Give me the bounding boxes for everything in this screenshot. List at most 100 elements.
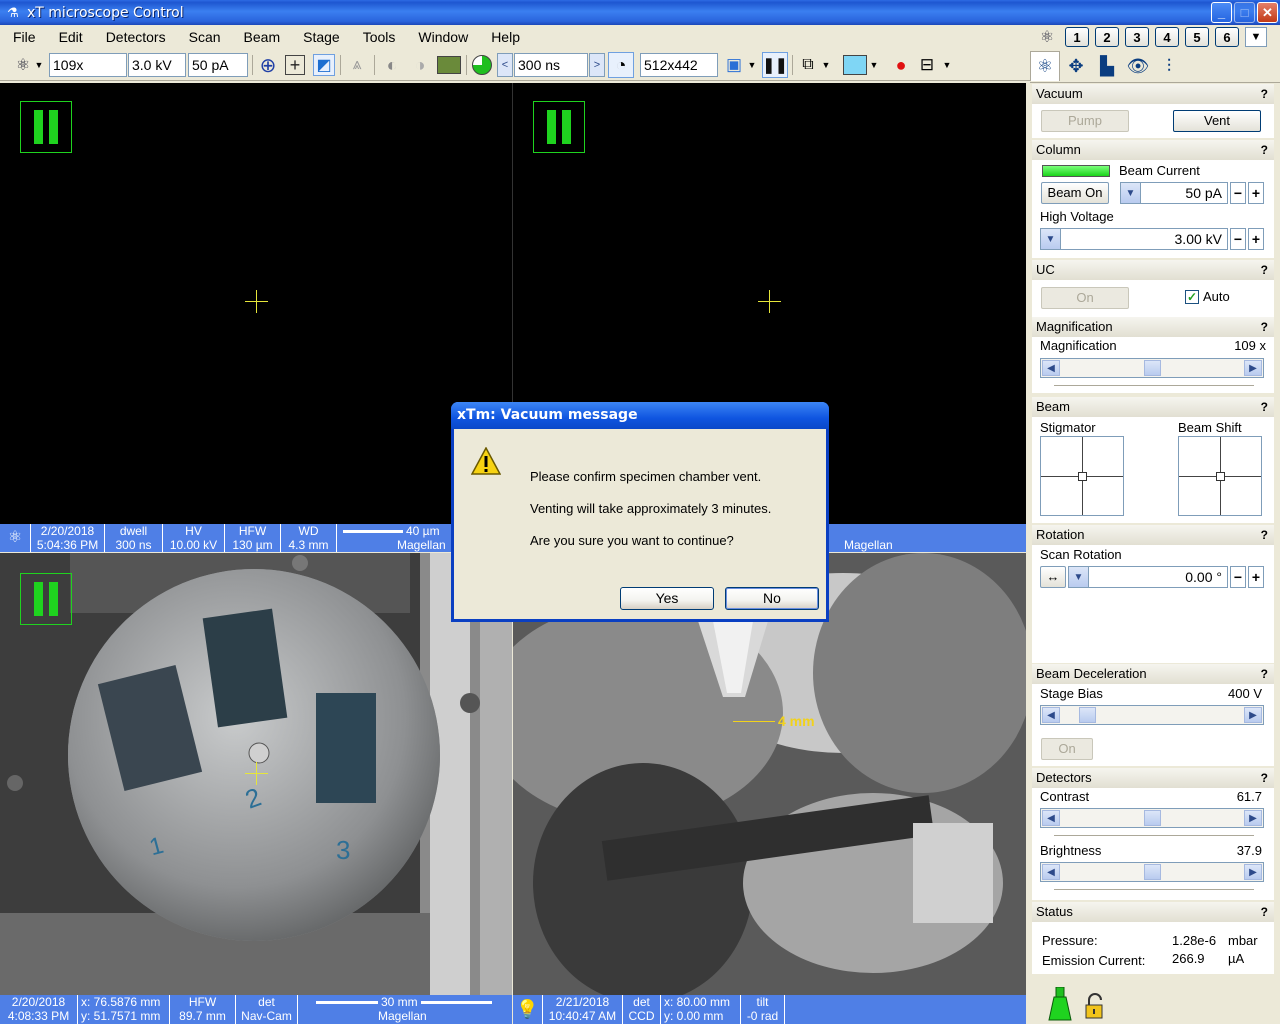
beam-decel-on-button[interactable]: On: [1041, 738, 1093, 760]
menu-detectors[interactable]: Detectors: [93, 29, 176, 45]
contrast-icon[interactable]: ◐: [381, 54, 403, 76]
quad-button-6[interactable]: 6: [1215, 27, 1239, 47]
scan-speed-icon[interactable]: [472, 55, 492, 75]
chevron-down-icon[interactable]: ▼: [1041, 229, 1061, 249]
menu-beam[interactable]: Beam: [231, 29, 291, 45]
chevron-left-icon[interactable]: ◀: [1042, 864, 1060, 880]
menu-help[interactable]: Help: [478, 29, 530, 45]
beam-atom-icon[interactable]: ⚛: [12, 54, 34, 76]
maximize-button[interactable]: □: [1234, 2, 1255, 23]
uc-auto-checkbox[interactable]: ✓: [1185, 290, 1199, 304]
help-icon[interactable]: ?: [1261, 317, 1268, 337]
chevron-right-icon[interactable]: ▶: [1244, 864, 1262, 880]
unlock-icon[interactable]: [1084, 993, 1106, 1019]
stage-bias-slider[interactable]: ◀ ▶: [1040, 705, 1264, 725]
high-voltage-decrease[interactable]: −: [1230, 228, 1246, 250]
scan-rotation-decrease[interactable]: −: [1230, 566, 1246, 588]
quad-button-1[interactable]: 1: [1065, 27, 1089, 47]
uc-on-button[interactable]: On: [1041, 287, 1129, 309]
menu-stage[interactable]: Stage: [290, 29, 350, 45]
atom-icon[interactable]: ⚛: [1035, 27, 1059, 47]
chevron-left-icon[interactable]: ◀: [1042, 360, 1060, 376]
stigmator-pad[interactable]: [1040, 436, 1124, 516]
high-voltage-increase[interactable]: +: [1248, 228, 1264, 250]
help-icon[interactable]: ?: [1261, 140, 1268, 160]
chevron-down-icon[interactable]: ▼: [1245, 27, 1267, 47]
beam-on-button[interactable]: Beam On: [1041, 182, 1109, 204]
tab-beam-control[interactable]: ⚛: [1030, 51, 1060, 81]
resolution-input[interactable]: 512x442: [640, 53, 718, 77]
beam-current-increase[interactable]: +: [1248, 182, 1264, 204]
help-icon[interactable]: ?: [1261, 664, 1268, 684]
chevron-down-icon[interactable]: ▼: [868, 54, 880, 76]
chevron-down-icon[interactable]: ▼: [1069, 567, 1089, 587]
menu-scan[interactable]: Scan: [176, 29, 231, 45]
slower-arrow-icon[interactable]: <: [497, 53, 513, 77]
scan-rotation-spinner[interactable]: ▼ 0.00 °: [1068, 566, 1228, 588]
menu-file[interactable]: File: [0, 29, 46, 45]
chevron-right-icon[interactable]: ▶: [1244, 810, 1262, 826]
slider-thumb[interactable]: [1144, 360, 1161, 376]
chevron-right-icon[interactable]: ▶: [1244, 360, 1262, 376]
lens-icon[interactable]: ⩓: [346, 54, 368, 76]
minimize-button[interactable]: _: [1211, 2, 1232, 23]
dwell-input[interactable]: 300 ns: [514, 53, 588, 77]
record-icon[interactable]: ●: [890, 54, 912, 76]
menu-tools[interactable]: Tools: [350, 29, 406, 45]
multi-frame-icon[interactable]: ⧉: [797, 54, 819, 76]
chevron-down-icon[interactable]: ▼: [33, 54, 45, 76]
pump-button[interactable]: Pump: [1041, 110, 1129, 132]
quad-button-3[interactable]: 3: [1125, 27, 1149, 47]
menu-window[interactable]: Window: [405, 29, 478, 45]
high-voltage-input[interactable]: 3.0 kV: [128, 53, 186, 77]
quad-3-navcam-image[interactable]: 1 2 3: [0, 553, 512, 995]
beam-current-decrease[interactable]: −: [1230, 182, 1246, 204]
help-icon[interactable]: ?: [1261, 84, 1268, 104]
slider-thumb[interactable]: [1079, 707, 1096, 723]
magnification-slider[interactable]: ◀ ▶: [1040, 358, 1264, 378]
beam-current-input[interactable]: 50 pA: [188, 53, 248, 77]
close-button[interactable]: ✕: [1257, 2, 1278, 23]
yes-button[interactable]: Yes: [620, 587, 714, 610]
help-icon[interactable]: ?: [1261, 260, 1268, 280]
beam-shift-pad[interactable]: [1178, 436, 1262, 516]
beam-current-spinner[interactable]: ▼ 50 pA: [1120, 182, 1228, 204]
scan-rotation-increase[interactable]: +: [1248, 566, 1264, 588]
help-icon[interactable]: ?: [1261, 902, 1268, 922]
menu-edit[interactable]: Edit: [46, 29, 93, 45]
vent-button[interactable]: Vent: [1173, 110, 1261, 132]
chevron-down-icon[interactable]: ▼: [1121, 183, 1141, 203]
chevron-right-icon[interactable]: ▶: [1244, 707, 1262, 723]
tab-processing[interactable]: ▙: [1092, 51, 1122, 81]
quad-1-image[interactable]: [0, 83, 512, 524]
image-icon[interactable]: [437, 56, 461, 74]
chevron-down-icon[interactable]: ▼: [941, 54, 953, 76]
contrast-slider[interactable]: ◀ ▶: [1040, 808, 1264, 828]
clock-icon[interactable]: ◔: [608, 52, 634, 78]
quad-button-2[interactable]: 2: [1095, 27, 1119, 47]
quad-button-4[interactable]: 4: [1155, 27, 1179, 47]
high-voltage-spinner[interactable]: ▼ 3.00 kV: [1040, 228, 1228, 250]
reduced-area-icon[interactable]: ◩: [313, 54, 335, 76]
movie-icon[interactable]: ⊟: [916, 54, 938, 76]
chevron-left-icon[interactable]: ◀: [1042, 810, 1060, 826]
slider-thumb[interactable]: [1144, 864, 1161, 880]
tab-navigation[interactable]: ✥: [1061, 51, 1091, 81]
flip-arrows-icon[interactable]: ↔: [1040, 566, 1066, 588]
faster-arrow-icon[interactable]: >: [589, 53, 605, 77]
quad-button-5[interactable]: 5: [1185, 27, 1209, 47]
magnification-input[interactable]: 109x: [49, 53, 127, 77]
pause-icon[interactable]: ❚❚: [762, 52, 788, 78]
tab-alignments[interactable]: ⫶: [1154, 51, 1184, 81]
no-button[interactable]: No: [725, 587, 819, 610]
chevron-down-icon[interactable]: ▼: [820, 54, 832, 76]
help-icon[interactable]: ?: [1261, 525, 1268, 545]
help-icon[interactable]: ?: [1261, 397, 1268, 417]
target-icon[interactable]: ⊕: [257, 54, 279, 77]
snapshot-icon[interactable]: ▣: [723, 54, 745, 76]
slider-thumb[interactable]: [1144, 810, 1161, 826]
brightness-slider[interactable]: ◀ ▶: [1040, 862, 1264, 882]
chevron-left-icon[interactable]: ◀: [1042, 707, 1060, 723]
chevron-down-icon[interactable]: ▼: [746, 54, 758, 76]
center-cross-icon[interactable]: +: [285, 55, 305, 75]
